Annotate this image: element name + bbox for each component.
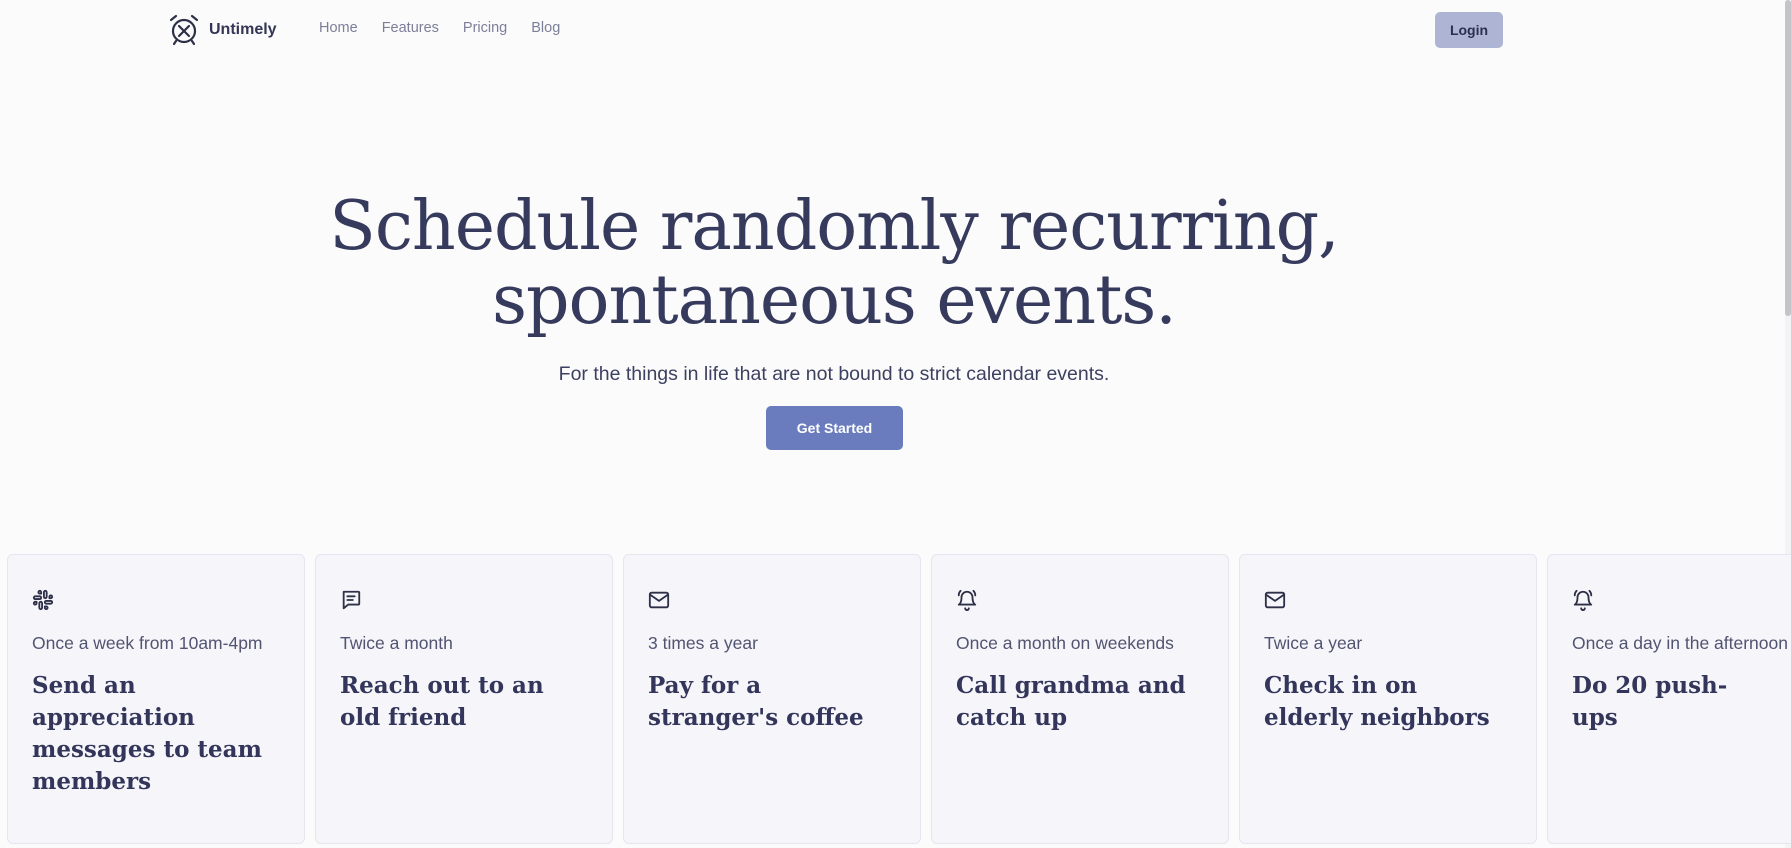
alarm-clock-icon (169, 14, 199, 46)
card-frequency: 3 times a year (648, 633, 758, 653)
nav-link-features[interactable]: Features (382, 20, 439, 36)
mail-icon (1264, 591, 1286, 609)
example-card[interactable]: 3 times a year Pay for a stranger's coff… (623, 554, 921, 844)
card-title: Send an appreciation messages to team me… (32, 672, 262, 795)
mail-icon (648, 591, 670, 609)
card-title: Check in on elderly neighbors (1264, 672, 1490, 731)
example-card[interactable]: Twice a year Check in on elderly neighbo… (1239, 554, 1537, 844)
login-button[interactable]: Login (1435, 12, 1503, 48)
card-title: Call grandma and catch up (956, 672, 1186, 731)
nav-link-pricing[interactable]: Pricing (463, 20, 507, 36)
bell-icon (957, 589, 977, 611)
example-card[interactable]: Once a week from 10am-4pm Send an apprec… (7, 554, 305, 844)
card-frequency: Once a day in the afternoon (1572, 633, 1788, 653)
card-frequency: Twice a year (1264, 633, 1363, 653)
example-card[interactable]: Once a month on weekends Call grandma an… (931, 554, 1229, 844)
hero-title-line-2: spontaneous events. (492, 261, 1177, 340)
bell-icon (1573, 589, 1593, 611)
example-card[interactable]: Once a day in the afternoon Do 20 push-u… (1547, 554, 1791, 844)
brand-link[interactable]: Untimely (168, 14, 277, 46)
hero-subtitle: For the things in life that are not boun… (558, 363, 1110, 385)
card-title: Do 20 push-ups (1572, 672, 1728, 731)
message-icon (342, 590, 361, 610)
top-nav: Untimely Home Features Pricing Blog Logi… (0, 0, 1791, 60)
brand-name: Untimely (209, 21, 277, 38)
card-title: Reach out to an old friend (340, 672, 544, 731)
card-frequency: Once a month on weekends (956, 633, 1174, 653)
card-frequency: Twice a month (340, 633, 453, 653)
card-frequency: Once a week from 10am-4pm (32, 633, 263, 653)
get-started-button[interactable]: Get Started (766, 406, 903, 450)
nav-links: Home Features Pricing Blog (319, 20, 560, 36)
hero-title-line-1: Schedule randomly recurring, (329, 187, 1340, 266)
example-card[interactable]: Twice a month Reach out to an old friend (315, 554, 613, 844)
nav-link-blog[interactable]: Blog (531, 20, 560, 36)
hero-title: Schedule randomly recurring, spontaneous … (0, 190, 1668, 338)
slack-icon (32, 589, 54, 611)
nav-link-home[interactable]: Home (319, 20, 358, 36)
card-title: Pay for a stranger's coffee (648, 672, 864, 731)
